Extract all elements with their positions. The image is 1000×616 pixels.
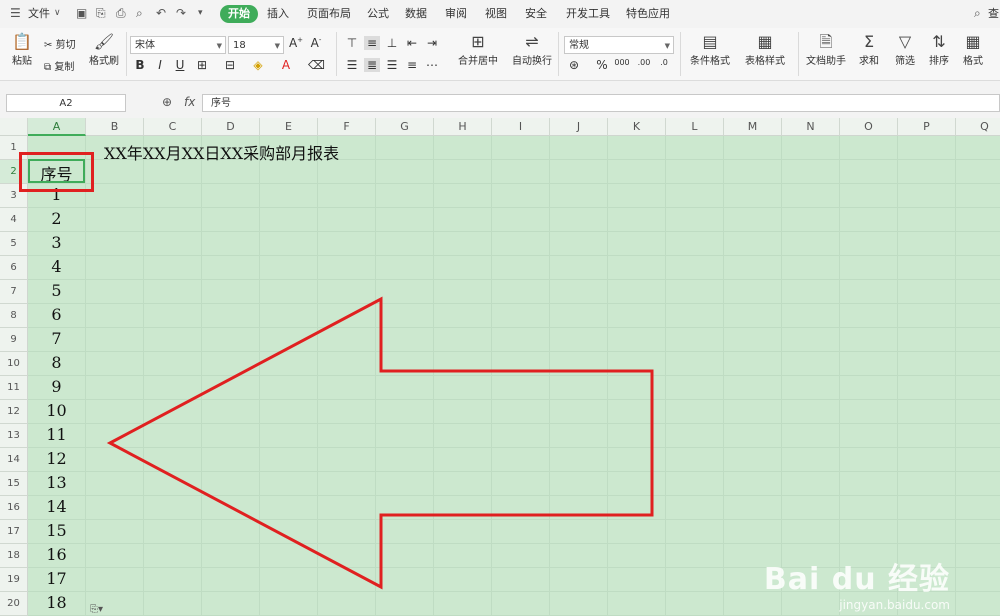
table-style-button[interactable]: ▦ 表格样式 bbox=[740, 32, 790, 67]
merge-icon: ⊞ bbox=[471, 32, 485, 51]
tab-view[interactable]: 视图 bbox=[485, 5, 507, 23]
eraser-icon[interactable]: ⌫ bbox=[308, 58, 325, 72]
align-middle-icon[interactable]: ≡ bbox=[364, 36, 380, 50]
format-painter-button[interactable]: 🖌 格式刷 bbox=[86, 32, 122, 67]
print-preview-icon[interactable]: ⌕ bbox=[136, 6, 143, 21]
watermark: Bai du 经验 jingyan.baidu.com bbox=[764, 554, 950, 612]
tab-insert[interactable]: 插入 bbox=[267, 5, 289, 23]
justify-icon[interactable]: ≡ bbox=[404, 58, 420, 72]
chevron-down-icon: ▼ bbox=[274, 42, 280, 50]
customize-icon[interactable]: ▾ bbox=[198, 8, 203, 18]
ribbon-toolbar: 📋 粘贴 ✂ 剪切 ⧉ 复制 🖌 格式刷 宋体 ▼ 18 ▼ A+ A- B I U… bbox=[0, 28, 1000, 81]
file-menu[interactable]: 文件 bbox=[28, 5, 50, 23]
watermark-brand: Bai du 经验 bbox=[763, 562, 950, 597]
formula-bar: A2 ⊕ fx 序号 bbox=[0, 88, 1000, 118]
underline-icon[interactable]: U bbox=[172, 58, 188, 72]
indent-increase-icon[interactable]: ⇥ bbox=[424, 36, 440, 50]
font-color-icon[interactable]: A bbox=[278, 58, 294, 72]
chevron-down-icon[interactable]: ∨ bbox=[54, 8, 61, 18]
search-icon[interactable]: ⌕ bbox=[974, 6, 981, 21]
zoom-icon[interactable]: ⊕ bbox=[162, 95, 172, 109]
spreadsheet-grid[interactable]: ABCDEFGHIJKLMNOPQ 1 2 3 4 5 6 7 8 9 10 11 12 13 14 15 1… bbox=[0, 118, 1000, 616]
thousands-icon[interactable]: 000 bbox=[614, 58, 630, 67]
divider bbox=[558, 32, 559, 76]
font-size-select[interactable]: 18 ▼ bbox=[228, 36, 284, 54]
filter-button[interactable]: ▽ 筛选 bbox=[890, 32, 920, 67]
font-name-select[interactable]: 宋体 ▼ bbox=[130, 36, 226, 54]
document-icon: 🗎 bbox=[819, 32, 833, 51]
align-right-icon[interactable]: ☰ bbox=[384, 58, 400, 72]
tab-review[interactable]: 审阅 bbox=[445, 5, 467, 23]
merge-center-button[interactable]: ⊞ 合并居中 bbox=[454, 32, 502, 67]
chevron-down-icon: ▼ bbox=[216, 42, 222, 50]
undo-icon[interactable]: ↶ bbox=[156, 6, 166, 20]
conditional-format-button[interactable]: ▤ 条件格式 bbox=[686, 32, 734, 67]
print-icon[interactable]: ⎙ bbox=[116, 6, 126, 21]
currency-icon[interactable]: ⊛ bbox=[566, 58, 582, 72]
increase-font-icon[interactable]: A+ bbox=[288, 36, 304, 50]
paste-button[interactable]: 📋 粘贴 bbox=[8, 32, 36, 67]
chevron-down-icon: ▼ bbox=[664, 42, 670, 50]
wrap-icon: ⇌ bbox=[525, 32, 539, 51]
divider bbox=[680, 32, 681, 76]
arrow-shape bbox=[106, 296, 654, 590]
export-icon[interactable]: ⎘ bbox=[96, 6, 106, 21]
percent-icon[interactable]: % bbox=[594, 58, 610, 72]
conditional-format-icon: ▤ bbox=[702, 32, 718, 51]
clipboard-icon: 📋 bbox=[12, 32, 32, 51]
annotation-arrow bbox=[106, 296, 654, 590]
watermark-url: jingyan.baidu.com bbox=[839, 598, 950, 612]
tab-security[interactable]: 安全 bbox=[525, 5, 547, 23]
doc-helper-button[interactable]: 🗎 文档助手 bbox=[804, 32, 848, 67]
copy-icon: ⧉ bbox=[44, 62, 52, 73]
align-center-icon[interactable]: ≣ bbox=[364, 58, 380, 72]
wrap-text-button[interactable]: ⇌ 自动换行 bbox=[510, 32, 554, 67]
scissors-icon: ✂ bbox=[44, 40, 53, 51]
divider bbox=[336, 32, 337, 76]
menu-bar: ☰ 文件 ∨ ▣ ⎘ ⎙ ⌕ ↶ ↷ ▾ 开始 插入 页面布局 公式 数据 审阅… bbox=[0, 0, 1000, 28]
align-left-icon[interactable]: ☰ bbox=[344, 58, 360, 72]
name-box[interactable]: A2 bbox=[6, 94, 126, 112]
tab-special[interactable]: 特色应用 bbox=[626, 5, 670, 23]
sigma-icon: Σ bbox=[863, 32, 875, 51]
decrease-decimal-icon[interactable]: .0 bbox=[656, 58, 672, 67]
align-bottom-icon[interactable]: ⊥ bbox=[384, 36, 400, 50]
copy-button[interactable]: ⧉ 复制 bbox=[44, 58, 74, 73]
tab-data[interactable]: 数据 bbox=[405, 5, 427, 23]
search-hint[interactable]: 查 bbox=[988, 5, 999, 23]
bold-icon[interactable]: B bbox=[132, 58, 148, 72]
table-style-icon: ▦ bbox=[757, 32, 773, 51]
filter-icon: ▽ bbox=[898, 32, 912, 51]
cell-style-icon[interactable]: ⊟ bbox=[222, 58, 238, 72]
distribute-icon[interactable]: ⋯ bbox=[424, 58, 440, 72]
redo-icon[interactable]: ↷ bbox=[176, 6, 186, 20]
divider bbox=[126, 32, 127, 76]
cut-button[interactable]: ✂ 剪切 bbox=[44, 36, 76, 51]
tab-start[interactable]: 开始 bbox=[220, 5, 258, 23]
sum-button[interactable]: Σ 求和 bbox=[854, 32, 884, 67]
indent-decrease-icon[interactable]: ⇤ bbox=[404, 36, 420, 50]
paste-options-icon[interactable]: ⎘▾ bbox=[90, 604, 103, 615]
fill-color-icon[interactable]: ◈ bbox=[250, 58, 266, 72]
number-format-select[interactable]: 常规 ▼ bbox=[564, 36, 674, 54]
formula-input[interactable]: 序号 bbox=[202, 94, 1000, 112]
decrease-font-icon[interactable]: A- bbox=[308, 36, 324, 50]
save-icon[interactable]: ▣ bbox=[76, 6, 87, 20]
tab-formula[interactable]: 公式 bbox=[367, 5, 389, 23]
sort-button[interactable]: ⇅ 排序 bbox=[924, 32, 954, 67]
italic-icon[interactable]: I bbox=[152, 58, 168, 72]
tab-developer[interactable]: 开发工具 bbox=[566, 5, 610, 23]
divider bbox=[798, 32, 799, 76]
sort-icon: ⇅ bbox=[932, 32, 946, 51]
format-icon: ▦ bbox=[965, 32, 981, 51]
format-button[interactable]: ▦ 格式 bbox=[958, 32, 988, 67]
border-icon[interactable]: ⊞ bbox=[194, 58, 210, 72]
align-top-icon[interactable]: ⊤ bbox=[344, 36, 360, 50]
brush-icon: 🖌 bbox=[93, 32, 115, 51]
fx-icon[interactable]: fx bbox=[184, 95, 195, 109]
increase-decimal-icon[interactable]: .00 bbox=[636, 58, 652, 67]
tab-page-layout[interactable]: 页面布局 bbox=[307, 5, 351, 23]
hamburger-icon[interactable]: ☰ bbox=[10, 6, 21, 20]
